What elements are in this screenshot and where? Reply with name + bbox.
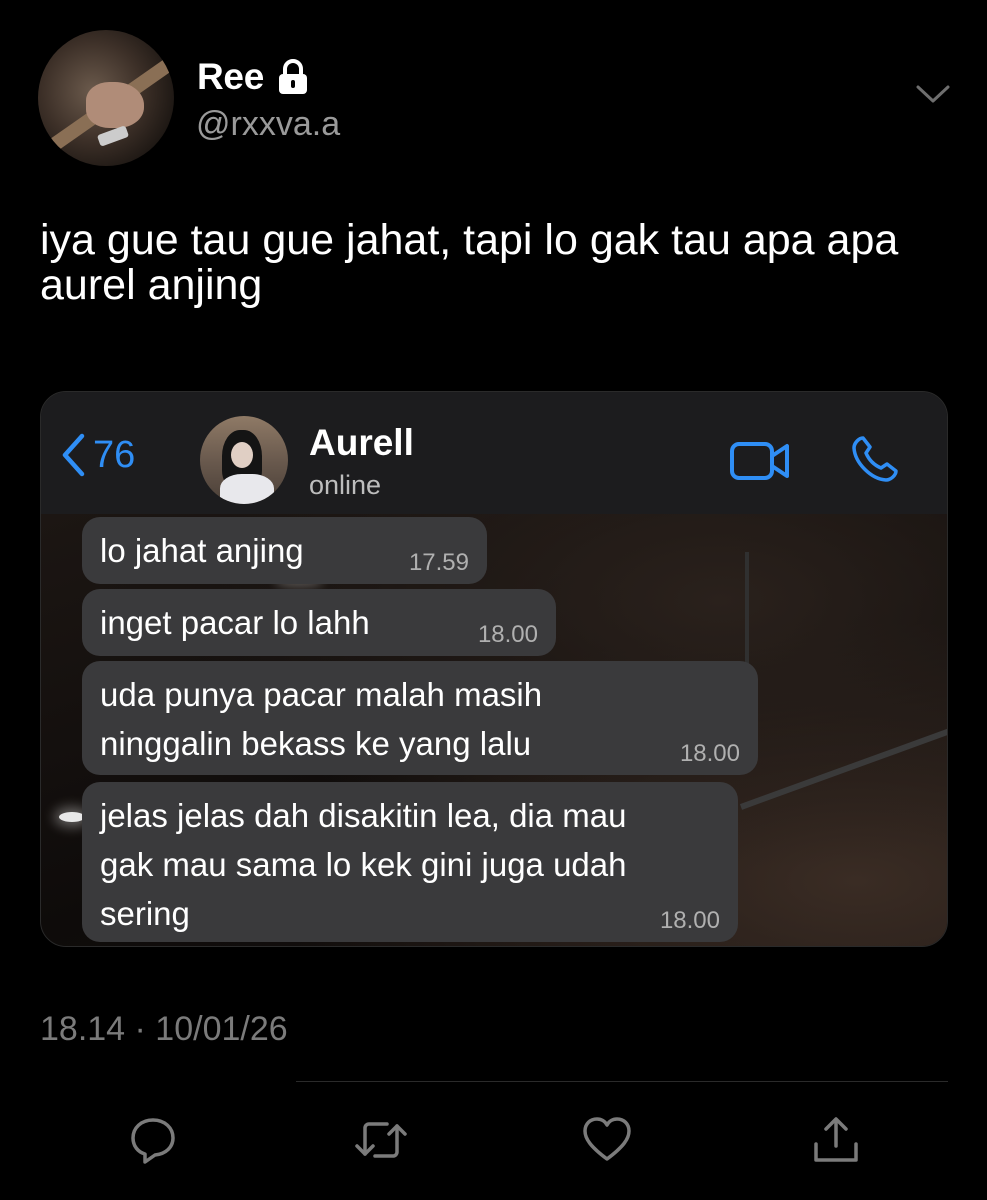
author-avatar[interactable] [38,30,174,166]
heart-icon [583,1117,631,1161]
unread-count: 76 [93,433,136,476]
retweet-icon [355,1122,407,1158]
avatar-hand [86,82,144,128]
phone-call-icon[interactable] [849,433,901,490]
back-button[interactable]: 76 [59,432,135,478]
message-text: uda punya pacar malah masih ninggalin be… [100,676,543,762]
author-name-row: Ree [197,56,310,98]
reply-icon [131,1118,175,1164]
message-time: 17.59 [408,549,469,576]
contact-name[interactable]: Aurell [309,422,414,464]
message-time: 18.00 [679,740,740,767]
attached-image[interactable]: 76 Aurell online lo jahat anjing 17.59 i… [40,391,948,947]
lock-icon [276,59,310,95]
author-name[interactable]: Ree [197,56,264,98]
message-bubble[interactable]: inget pacar lo lahh 18.00 [82,589,556,656]
chevron-left-icon [62,433,85,477]
share-icon [814,1117,858,1162]
message-text: jelas jelas dah disakitin lea, dia mau g… [100,797,627,932]
contact-status: online [309,470,382,500]
tweet-timestamp[interactable]: 18.14 · 10/01/26 [40,1010,288,1049]
author-handle[interactable]: @rxxva.a [196,105,340,144]
like-button[interactable] [579,1112,635,1168]
message-time: 18.00 [477,621,538,648]
message-bubble[interactable]: jelas jelas dah disakitin lea, dia mau g… [82,782,738,942]
message-text: inget pacar lo lahh [100,604,370,641]
avatar-watch [96,125,130,147]
share-button[interactable] [808,1112,864,1168]
chat-background: lo jahat anjing 17.59 inget pacar lo lah… [41,514,947,946]
tweet-text: iya gue tau gue jahat, tapi lo gak tau a… [40,216,899,309]
message-time: 18.00 [659,907,720,934]
message-bubble[interactable]: uda punya pacar malah masih ninggalin be… [82,661,758,775]
reply-button[interactable] [125,1112,181,1168]
chevron-down-icon[interactable] [914,82,952,106]
divider [296,1081,948,1082]
contact-avatar[interactable] [200,416,288,504]
video-call-icon[interactable] [729,440,791,487]
message-bubble[interactable]: lo jahat anjing 17.59 [82,517,487,584]
chat-header: 76 Aurell online [41,392,947,515]
retweet-button[interactable] [353,1112,409,1168]
